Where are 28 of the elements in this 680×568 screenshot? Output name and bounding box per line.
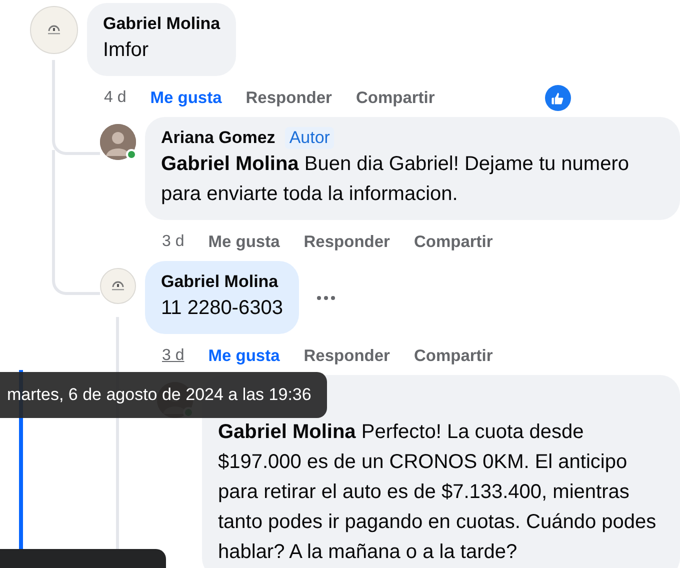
author-name[interactable]: Gabriel Molina: [103, 13, 220, 35]
comment-text: Imfor: [103, 38, 150, 63]
share-link[interactable]: Compartir: [414, 232, 493, 252]
comment-time[interactable]: 3 d: [162, 347, 184, 365]
share-link[interactable]: Compartir: [414, 346, 493, 366]
reply-link[interactable]: Responder: [304, 232, 390, 252]
date-tooltip: martes, 6 de agosto de 2024 a las 19:36: [0, 372, 328, 418]
author-name[interactable]: Ariana Gomez: [161, 127, 276, 149]
comment-text: Gabriel Molina Buen dia Gabriel! Dejame tu numero para enviarte toda la informacion.: [161, 152, 630, 207]
author-name[interactable]: Gabriel Molina: [161, 271, 278, 293]
avatar[interactable]: [100, 268, 136, 304]
reply-link[interactable]: Responder: [246, 88, 332, 108]
like-link[interactable]: Me gusta: [150, 88, 222, 108]
comment-text: Gabriel Molina Perfecto! La cuota desde $197.000 es de un CRONOS 0KM. El anticipo para retirar el auto es de $7.133.400, mientras tanto podes ir pagando en cuotas. Cuándo podes hablar? A la mañana o a la tarde?: [218, 420, 658, 565]
comment-time[interactable]: 3 d: [162, 233, 184, 251]
like-reaction-icon[interactable]: [544, 85, 571, 111]
avatar[interactable]: [100, 124, 136, 160]
like-link[interactable]: Me gusta: [208, 232, 280, 252]
reply-link[interactable]: Responder: [304, 346, 390, 366]
person-silhouette-icon: [100, 124, 136, 160]
author-badge: Autor: [285, 127, 334, 149]
more-options-button[interactable]: [316, 296, 335, 300]
share-link[interactable]: Compartir: [356, 88, 435, 108]
logo-icon: [46, 25, 62, 35]
like-link[interactable]: Me gusta: [208, 346, 280, 366]
logo-icon: [110, 281, 126, 291]
comment-time[interactable]: 4 d: [104, 89, 126, 107]
comment-text: 11 2280-6303: [161, 296, 283, 321]
